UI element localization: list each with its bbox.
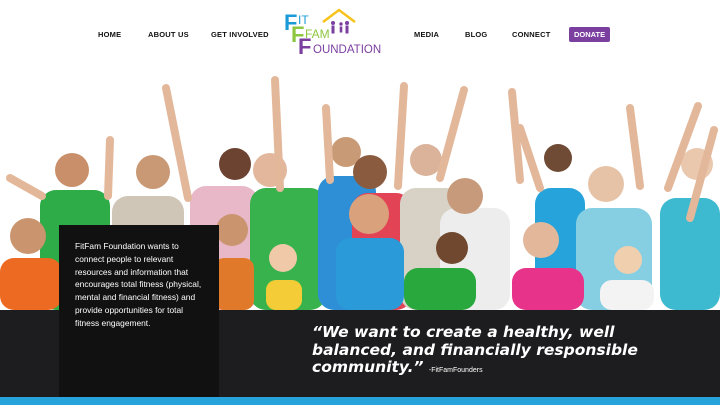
nav-about-us[interactable]: ABOUT US [148,30,189,39]
nav-media[interactable]: MEDIA [414,30,439,39]
footer-accent-bar [0,397,720,405]
mission-box: FitFam Foundation wants to connect peopl… [59,225,219,397]
mission-text: FitFam Foundation wants to connect peopl… [75,241,202,328]
family-icon [331,21,349,34]
house-roof-icon [322,8,356,23]
quote-attribution: -FitFamFounders [428,367,483,374]
nav-connect[interactable]: CONNECT [512,30,550,39]
fitfam-logo[interactable]: F F F IT FAM OUNDATION [283,8,389,56]
nav-blog[interactable]: BLOG [465,30,487,39]
founders-quote: “We want to create a healthy, well balan… [312,323,642,380]
nav-home[interactable]: HOME [98,30,121,39]
logo-word-fit: IT [298,13,309,27]
nav-get-involved[interactable]: GET INVOLVED [211,30,269,39]
logo-word-foundation: OUNDATION [313,44,381,56]
logo-word-fam: FAM [305,27,330,41]
site-header: HOME ABOUT US GET INVOLVED F F F IT FAM … [0,0,720,68]
donate-button[interactable]: DONATE [569,27,611,42]
